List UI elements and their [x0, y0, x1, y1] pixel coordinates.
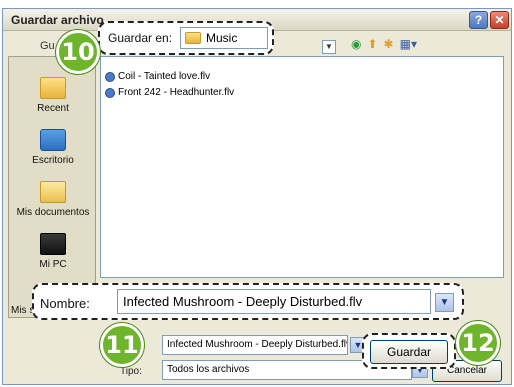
place-documents[interactable]: Mis documentos [9, 181, 97, 218]
look-in-folder-select[interactable]: Music [180, 27, 268, 49]
places-bar: Recent Escritorio Mis documentos Mi PC M… [8, 56, 96, 318]
look-in-folder-name: Music [206, 31, 238, 45]
place-label: Mi PC [39, 259, 67, 270]
flv-file-icon [105, 71, 115, 82]
list-item[interactable]: Coil - Tainted love.flv [105, 71, 210, 82]
folder-icon [185, 32, 201, 44]
new-folder-icon[interactable]: ✱ [384, 37, 394, 51]
place-my-pc[interactable]: Mi PC [9, 233, 97, 270]
dialog-title: Guardar archivo [11, 13, 104, 27]
back-icon[interactable]: ◉ [351, 37, 361, 51]
look-in-dropdown-arrow[interactable]: ▼ [322, 40, 336, 54]
list-item[interactable]: Front 242 - Headhunter.flv [105, 87, 234, 98]
nav-toolbar: ◉ ⬆ ✱ ▦▾ [351, 37, 417, 51]
filename-label: Nombre: [40, 296, 90, 311]
filename-small-field[interactable]: Infected Mushroom - Deeply Disturbed.flv [162, 335, 348, 355]
callout-badge-12: 12 [456, 321, 500, 365]
filename-input[interactable]: Infected Mushroom - Deeply Disturbed.flv [117, 289, 431, 314]
documents-icon [40, 181, 66, 203]
place-recent[interactable]: Recent [9, 77, 97, 114]
place-label: Recent [37, 103, 69, 114]
place-label: Mis documentos [16, 207, 90, 218]
file-list[interactable]: Coil - Tainted love.flv Front 242 - Head… [100, 56, 504, 278]
views-menu-icon[interactable]: ▦▾ [400, 37, 417, 51]
callout-badge-11: 11 [100, 323, 144, 367]
close-icon[interactable]: ✕ [490, 11, 509, 29]
flv-file-icon [105, 87, 115, 98]
place-desktop[interactable]: Escritorio [9, 129, 97, 166]
filename-dropdown-arrow[interactable]: ▼ [435, 293, 454, 312]
look-in-label: Guardar en: [108, 31, 173, 45]
place-label: Escritorio [32, 155, 74, 166]
look-in-label-partial: Gu [40, 40, 55, 52]
up-folder-icon[interactable]: ⬆ [367, 37, 377, 51]
file-name: Front 242 - Headhunter.flv [118, 87, 235, 98]
file-type-label: Tipo: [120, 366, 142, 377]
file-name: Coil - Tainted love.flv [118, 71, 211, 82]
recent-icon [40, 77, 66, 99]
computer-icon [40, 233, 66, 255]
save-button[interactable]: Guardar [370, 340, 448, 364]
callout-badge-10: 10 [56, 30, 100, 74]
desktop-icon [40, 129, 66, 151]
help-icon[interactable]: ? [469, 11, 488, 29]
